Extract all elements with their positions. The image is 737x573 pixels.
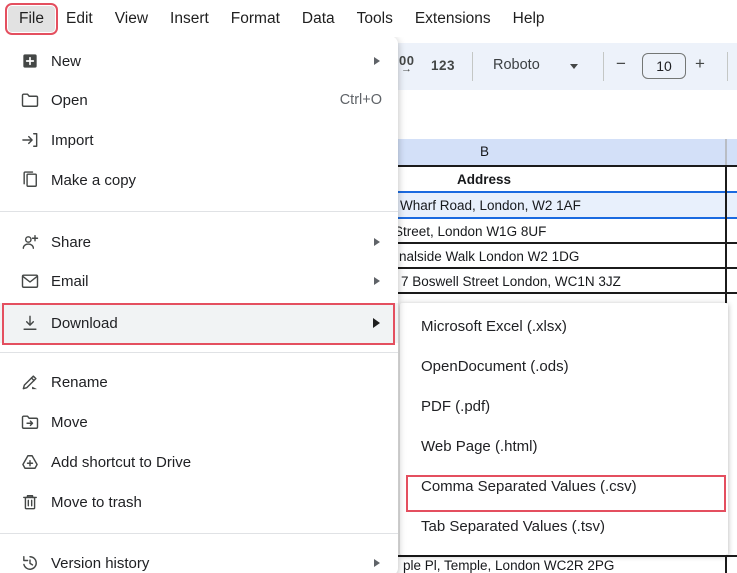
menubar-item-insert[interactable]: Insert <box>159 6 220 32</box>
download-icon <box>18 311 42 335</box>
history-icon <box>18 551 42 573</box>
toolbar: 00 → 123 Roboto − 10 + <box>380 43 737 90</box>
menu-item-share[interactable]: Share <box>0 222 398 262</box>
toolbar-divider <box>603 52 604 81</box>
column-header-divider <box>725 139 727 165</box>
menubar-item-data[interactable]: Data <box>291 6 346 32</box>
gridline <box>398 292 737 294</box>
submenu-arrow-icon <box>374 559 380 567</box>
menu-item-label: Move to trash <box>51 493 142 511</box>
menu-item-label: Version history <box>51 554 150 572</box>
submenu-item-xlsx[interactable]: Microsoft Excel (.xlsx) <box>400 307 728 347</box>
menu-item-move[interactable]: Move <box>0 402 398 442</box>
menu-item-version-history[interactable]: Version history <box>0 543 398 573</box>
cell-row[interactable]: ple Pl, Temple, London WC2R 2PG <box>403 558 614 573</box>
menubar-item-extensions[interactable]: Extensions <box>404 6 502 32</box>
menu-item-move-to-trash[interactable]: Move to trash <box>0 482 398 522</box>
copy-icon <box>18 168 42 192</box>
menu-item-add-shortcut-to-drive[interactable]: Add shortcut to Drive <box>0 442 398 482</box>
menu-item-rename[interactable]: Rename <box>0 362 398 402</box>
menubar-item-file[interactable]: File <box>5 2 58 35</box>
download-submenu: Microsoft Excel (.xlsx) OpenDocument (.o… <box>400 303 728 555</box>
email-icon <box>18 269 42 293</box>
submenu-item-html[interactable]: Web Page (.html) <box>400 427 728 467</box>
menu-item-label: Share <box>51 233 92 251</box>
menu-item-import[interactable]: Import <box>0 120 398 160</box>
menu-item-label: Rename <box>51 373 108 391</box>
cell-row[interactable]: 7 Boswell Street London, WC1N 3JZ <box>401 274 621 289</box>
menu-item-label: Add shortcut to Drive <box>51 453 192 471</box>
menubar-item-edit[interactable]: Edit <box>55 6 104 32</box>
person-add-icon <box>18 230 42 254</box>
increase-font-size-button[interactable]: + <box>695 54 705 74</box>
drive-add-icon <box>18 450 42 474</box>
menu-item-label: Open <box>51 91 88 109</box>
chevron-down-icon[interactable] <box>570 64 578 69</box>
menu-divider <box>0 211 398 212</box>
gridline <box>398 555 737 557</box>
menu-item-download[interactable]: Download <box>0 303 398 343</box>
submenu-arrow-icon <box>374 277 380 285</box>
menubar-item-help[interactable]: Help <box>502 6 556 32</box>
cell-row[interactable]: Street, London W1G 8UF <box>394 224 546 239</box>
menu-divider <box>0 352 398 353</box>
column-header-row[interactable] <box>398 139 737 166</box>
menu-item-open[interactable]: Open Ctrl+O <box>0 80 398 120</box>
submenu-item-ods[interactable]: OpenDocument (.ods) <box>400 347 728 387</box>
gridline <box>398 267 737 269</box>
menu-item-label: Move <box>51 413 88 431</box>
toolbar-divider <box>727 52 728 81</box>
menu-item-new[interactable]: New <box>0 41 398 81</box>
menu-item-label: New <box>51 52 82 70</box>
cell-row[interactable]: Wharf Road, London, W2 1AF <box>400 198 581 213</box>
folder-open-icon <box>18 88 42 112</box>
gridline <box>398 242 737 244</box>
google-sheets-window: B Address Wharf Road, London, W2 1AF Str… <box>0 0 737 573</box>
menubar: File Edit View Insert Format Data Tools … <box>0 0 737 37</box>
menu-item-make-a-copy[interactable]: Make a copy <box>0 160 398 200</box>
new-file-icon <box>18 49 42 73</box>
font-family-select[interactable]: Roboto <box>493 57 540 73</box>
increase-decimal-arrow: → <box>401 63 412 75</box>
cell-row[interactable]: nalside Walk London W2 1DG <box>399 249 579 264</box>
trash-icon <box>18 490 42 514</box>
menu-item-email[interactable]: Email <box>0 261 398 301</box>
menubar-item-tools[interactable]: Tools <box>346 6 404 32</box>
submenu-arrow-icon <box>373 318 380 328</box>
toolbar-divider <box>472 52 473 81</box>
import-icon <box>18 128 42 152</box>
menubar-item-view[interactable]: View <box>104 6 159 32</box>
folder-move-icon <box>18 410 42 434</box>
gridline <box>398 165 737 167</box>
menu-divider <box>0 533 398 534</box>
decrease-font-size-button[interactable]: − <box>616 54 626 74</box>
menu-item-label: Import <box>51 131 94 149</box>
menu-item-label: Make a copy <box>51 171 137 189</box>
menu-item-label: Download <box>51 314 118 332</box>
menubar-item-format[interactable]: Format <box>220 6 291 32</box>
shortcut-label: Ctrl+O <box>339 92 382 108</box>
column-b-header[interactable]: B <box>480 144 489 159</box>
submenu-item-pdf[interactable]: PDF (.pdf) <box>400 387 728 427</box>
font-size-input[interactable]: 10 <box>642 53 686 79</box>
cell-address-header[interactable]: Address <box>457 172 511 187</box>
format-as-number-button[interactable]: 123 <box>431 58 455 73</box>
file-menu-dropdown: New Open Ctrl+O Import Make a copy Share… <box>0 36 398 573</box>
menu-item-label: Email <box>51 272 89 290</box>
pencil-icon <box>18 370 42 394</box>
submenu-arrow-icon <box>374 57 380 65</box>
submenu-item-csv[interactable]: Comma Separated Values (.csv) <box>400 467 728 507</box>
submenu-item-tsv[interactable]: Tab Separated Values (.tsv) <box>400 507 728 547</box>
submenu-arrow-icon <box>374 238 380 246</box>
